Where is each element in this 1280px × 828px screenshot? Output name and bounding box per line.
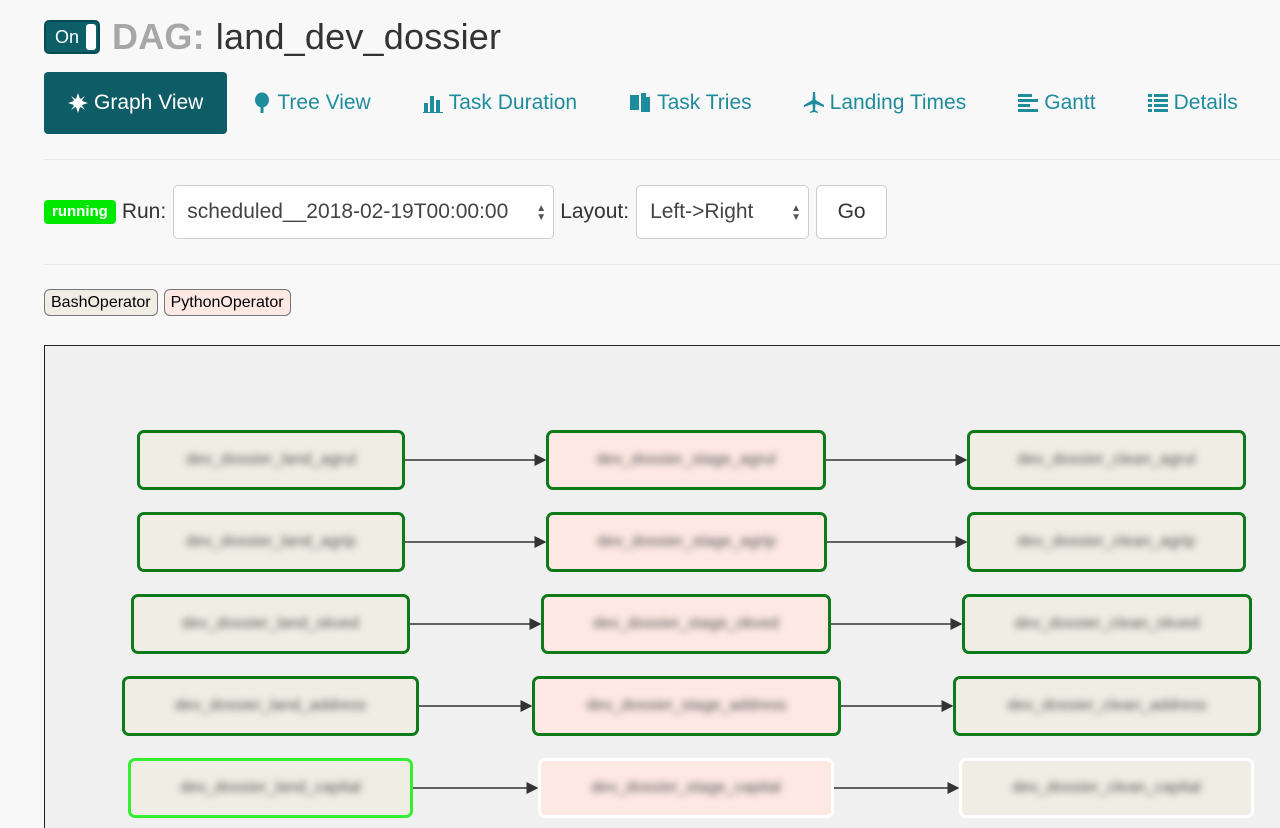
select-arrows-icon: ▲ ▼ bbox=[536, 203, 547, 223]
run-select[interactable]: scheduled__2018-02-19T00:00:00 ▲ ▼ bbox=[173, 185, 555, 239]
duplicate-icon bbox=[629, 92, 651, 114]
tab-label: Gantt bbox=[1044, 91, 1096, 114]
tab-landing-times[interactable]: Landing Times bbox=[778, 72, 993, 134]
page-header: On DAG: land_dev_dossier bbox=[44, 14, 501, 60]
align-left-icon bbox=[1018, 93, 1039, 113]
toggle-label: On bbox=[55, 26, 80, 47]
status-badge: running bbox=[44, 200, 116, 224]
tab-gantt[interactable]: Gantt bbox=[992, 72, 1121, 134]
task-node[interactable]: dev_dossier_stage_address bbox=[532, 676, 841, 736]
toggle-knob bbox=[86, 24, 96, 50]
task-node[interactable]: dev_dossier_stage_okved bbox=[541, 594, 831, 654]
tab-label: Landing Times bbox=[829, 91, 967, 114]
tab-task-duration[interactable]: Task Duration bbox=[397, 72, 603, 134]
dag-on-toggle[interactable]: On bbox=[44, 20, 100, 54]
dag-graph[interactable]: dev_dossier_land_agrul dev_dossier_stage… bbox=[44, 345, 1280, 828]
dag-prefix: DAG: bbox=[112, 16, 205, 57]
asterisk-icon bbox=[68, 93, 88, 113]
task-node[interactable]: dev_dossier_land_address bbox=[122, 676, 419, 736]
page-title: land_dev_dossier bbox=[215, 16, 502, 57]
go-button[interactable]: Go bbox=[816, 185, 888, 239]
task-node[interactable]: dev_dossier_land_agrul bbox=[137, 430, 405, 490]
tab-label: Graph View bbox=[94, 91, 204, 114]
divider bbox=[44, 159, 1280, 160]
task-node[interactable]: dev_dossier_land_capital bbox=[128, 758, 413, 818]
tab-label: Tree View bbox=[277, 91, 371, 114]
tab-label: Task Tries bbox=[657, 91, 752, 114]
task-node[interactable]: dev_dossier_clean_address bbox=[953, 676, 1261, 736]
tab-tree-view[interactable]: Tree View bbox=[227, 72, 396, 134]
tab-graph-view[interactable]: Graph View bbox=[44, 72, 228, 134]
layout-select-value: Left->Right bbox=[650, 200, 754, 223]
operator-legend: BashOperator PythonOperator bbox=[44, 289, 297, 316]
run-controls: running Run: scheduled__2018-02-19T00:00… bbox=[44, 185, 888, 239]
stats-icon bbox=[422, 93, 443, 113]
tab-label: Details bbox=[1173, 91, 1238, 114]
tab-task-tries[interactable]: Task Tries bbox=[603, 72, 778, 134]
legend-bash-operator: BashOperator bbox=[44, 289, 158, 316]
task-node[interactable]: dev_dossier_stage_capital bbox=[538, 758, 834, 818]
task-node[interactable]: dev_dossier_clean_agrip bbox=[967, 512, 1246, 572]
divider bbox=[44, 264, 1280, 265]
task-node[interactable]: dev_dossier_clean_agrul bbox=[967, 430, 1246, 490]
graph-edges bbox=[405, 454, 968, 794]
plane-icon bbox=[803, 92, 824, 114]
task-node[interactable]: dev_dossier_clean_capital bbox=[959, 758, 1254, 818]
task-node[interactable]: dev_dossier_land_agrip bbox=[137, 512, 405, 572]
tab-label: Task Duration bbox=[448, 91, 578, 114]
run-label: Run: bbox=[121, 200, 167, 223]
list-icon bbox=[1147, 93, 1168, 113]
task-node[interactable]: dev_dossier_stage_agrip bbox=[546, 512, 827, 572]
tree-icon bbox=[253, 92, 271, 114]
layout-select[interactable]: Left->Right ▲ ▼ bbox=[636, 185, 810, 239]
layout-label: Layout: bbox=[560, 200, 630, 223]
tab-details[interactable]: Details bbox=[1122, 72, 1264, 134]
select-arrows-icon: ▲ ▼ bbox=[791, 203, 802, 223]
legend-python-operator: PythonOperator bbox=[163, 289, 291, 316]
task-node[interactable]: dev_dossier_stage_agrul bbox=[546, 430, 826, 490]
view-tabs: Graph View Tree View Task Duration Task … bbox=[44, 72, 1264, 134]
task-node[interactable]: dev_dossier_land_okved bbox=[131, 594, 410, 654]
run-select-value: scheduled__2018-02-19T00:00:00 bbox=[187, 200, 509, 223]
task-node[interactable]: dev_dossier_clean_okved bbox=[962, 594, 1252, 654]
